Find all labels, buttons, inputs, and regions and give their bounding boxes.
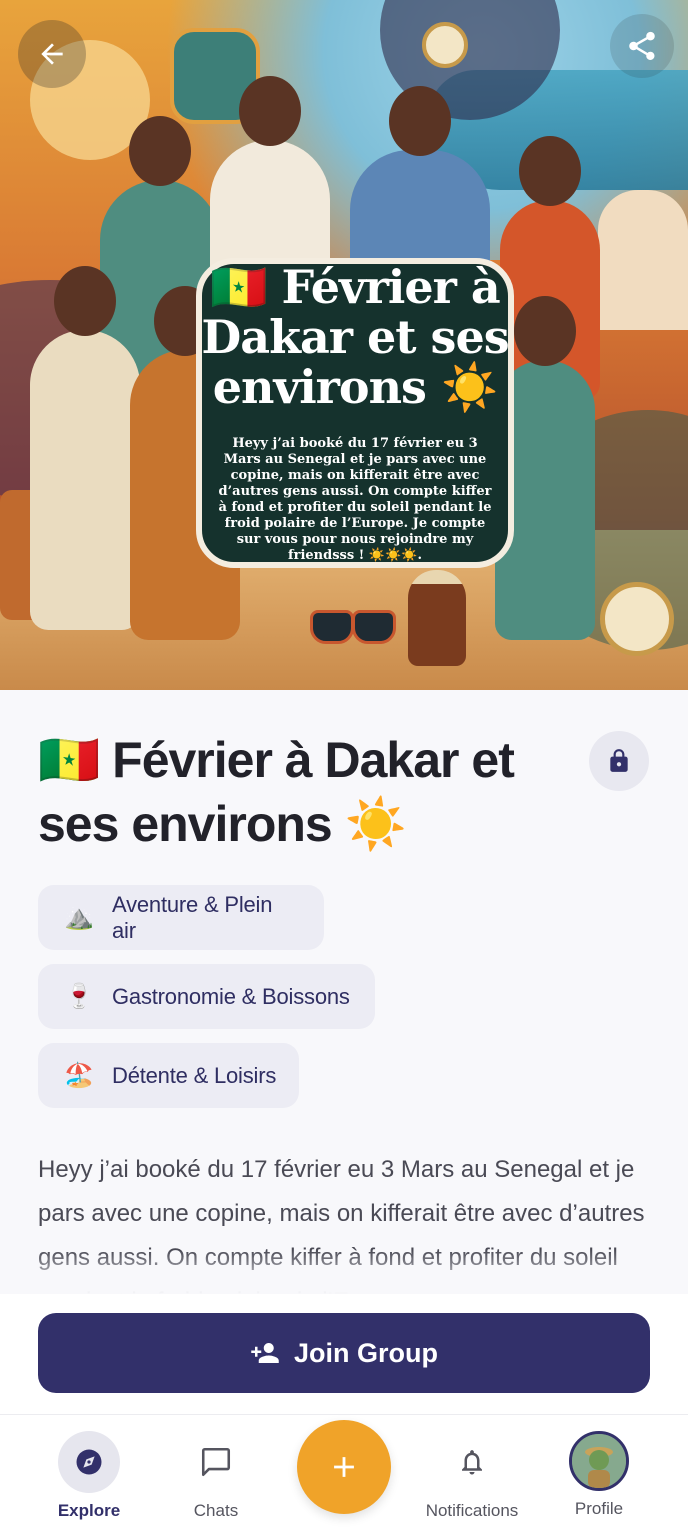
back-button[interactable] <box>18 20 86 88</box>
plus-icon <box>334 1457 354 1477</box>
group-details: 🇸🇳 Février à Dakar et ses environs ☀️ ⛰️… <box>0 690 688 1294</box>
nav-profile-label: Profile <box>574 1499 624 1518</box>
hero-compass-illustration <box>600 582 674 656</box>
join-group-label: Join Group <box>294 1337 438 1368</box>
hero-image-text: Heyy j’ai booké du 17 février eu 3 Mars … <box>218 436 492 563</box>
nav-notifications[interactable]: Notifications <box>407 1415 537 1534</box>
nav-profile[interactable]: Profile <box>534 1415 664 1534</box>
category-chip[interactable]: ⛰️ Aventure & Plein air <box>38 885 324 950</box>
add-person-icon <box>251 1343 279 1363</box>
create-button[interactable] <box>297 1420 391 1514</box>
hero-mosque-illustration <box>598 190 688 330</box>
nav-explore-label: Explore <box>57 1501 121 1520</box>
wine-glass-icon: 🍷 <box>64 983 94 1010</box>
category-chip-label: Détente & Loisirs <box>112 1062 277 1088</box>
chat-bubble-icon <box>185 1431 247 1493</box>
category-chip[interactable]: 🍷 Gastronomie & Boissons <box>38 964 375 1029</box>
share-button[interactable] <box>610 14 674 78</box>
category-chip-label: Gastronomie & Boissons <box>112 983 350 1009</box>
nav-notifications-label: Notifications <box>425 1501 519 1520</box>
beach-umbrella-icon: 🏖️ <box>64 1062 94 1089</box>
private-lock-button[interactable] <box>589 731 649 791</box>
nav-chats[interactable]: Chats <box>151 1415 281 1534</box>
share-icon <box>629 31 655 61</box>
join-group-button[interactable]: Join Group <box>38 1313 650 1393</box>
lock-icon <box>610 749 628 772</box>
join-bar: Join Group <box>0 1294 688 1414</box>
hero-compass-illustration <box>422 22 468 68</box>
hero-image: 🇸🇳 Février à Dakar et ses environs ☀️ He… <box>0 0 688 690</box>
avatar <box>569 1431 629 1491</box>
mountain-icon: ⛰️ <box>64 904 94 931</box>
compass-icon <box>58 1431 120 1493</box>
category-chip-label: Aventure & Plein air <box>112 891 273 943</box>
hero-image-title: 🇸🇳 Février à Dakar et ses environs ☀️ <box>201 260 509 414</box>
nav-explore[interactable]: Explore <box>24 1415 154 1534</box>
description-fade <box>0 1250 688 1294</box>
hero-sunglasses-illustration <box>310 610 396 644</box>
group-title: 🇸🇳 Février à Dakar et ses environs ☀️ <box>38 732 515 852</box>
bell-icon <box>441 1431 503 1493</box>
category-chip[interactable]: 🏖️ Détente & Loisirs <box>38 1043 299 1108</box>
nav-chats-label: Chats <box>193 1501 239 1520</box>
hero-person-illustration <box>30 266 140 630</box>
arrow-left-icon <box>41 43 63 65</box>
hero-drum-illustration <box>408 570 466 666</box>
